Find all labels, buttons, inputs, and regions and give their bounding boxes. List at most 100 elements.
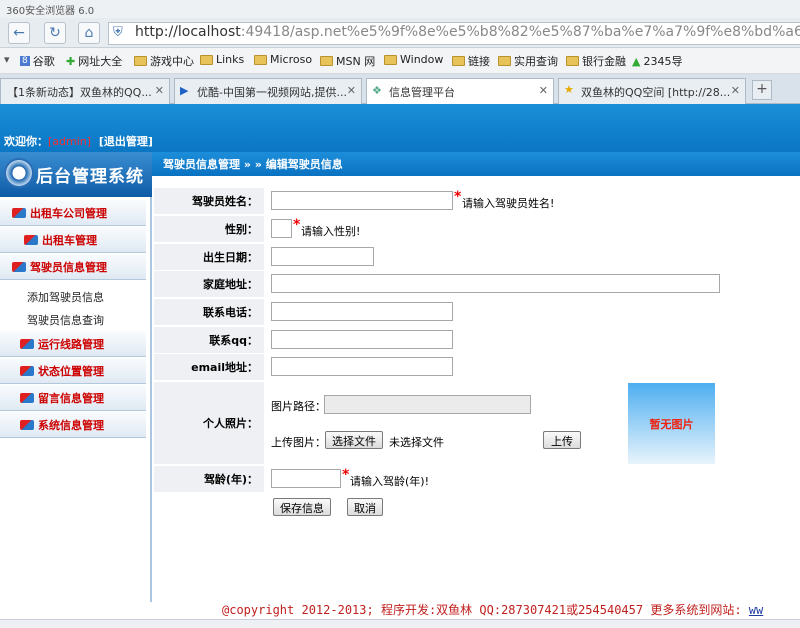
refresh-icon[interactable]: ↻: [44, 22, 66, 44]
fav-links[interactable]: Links: [200, 53, 244, 66]
system-logo: 后台管理系统: [0, 152, 152, 197]
sidebar-item-message[interactable]: 留言信息管理: [0, 385, 146, 411]
email-input[interactable]: [271, 357, 453, 376]
tab-qq-space[interactable]: ★ 双鱼林的QQ空间 [http://28... ✕: [558, 78, 746, 104]
logout-link[interactable]: [退出管理]: [99, 135, 153, 148]
page-icon: ❖: [372, 84, 382, 97]
fav-bank[interactable]: 银行金融: [566, 53, 626, 69]
chevron-down-icon[interactable]: ▾: [4, 53, 10, 66]
copyright-footer: @copyright 2012-2013; 程序开发:双鱼林 QQ:287307…: [222, 603, 764, 617]
gender-input[interactable]: [271, 219, 292, 238]
row-phone: 联系电话：: [154, 299, 800, 326]
phone-input[interactable]: [271, 302, 453, 321]
url-path: :49418/asp.net%e5%9f%8e%e5%b8%82%e5%87%b…: [240, 24, 800, 40]
sidebar-item-taxi[interactable]: 出租车管理: [0, 227, 146, 253]
folder-icon: [200, 54, 213, 65]
folder-icon: [384, 54, 397, 65]
close-icon[interactable]: ✕: [539, 84, 548, 97]
driver-name-input[interactable]: [271, 191, 453, 210]
url-host: http://localhost: [135, 24, 241, 40]
row-name: 驾驶员姓名： * 请输入驾驶员姓名!: [154, 188, 800, 215]
save-button[interactable]: 保存信息: [273, 498, 331, 516]
fav-google[interactable]: 8 谷歌: [20, 53, 55, 69]
close-icon[interactable]: ✕: [155, 84, 164, 97]
2345-icon: ▲: [632, 54, 641, 68]
birthdate-input[interactable]: [271, 247, 374, 266]
fav-hao[interactable]: ✚ 网址大全: [66, 53, 122, 69]
home-icon[interactable]: ⌂: [78, 22, 100, 44]
menu-icon: [20, 338, 34, 349]
sidebar-item-driver[interactable]: 驾驶员信息管理: [0, 254, 146, 280]
folder-icon: [498, 56, 511, 66]
sidebar-item-taxi-company[interactable]: 出租车公司管理: [0, 200, 146, 226]
row-qq: 联系qq：: [154, 327, 800, 354]
sidebar-sub-add-driver[interactable]: 添加驾驶员信息: [27, 289, 104, 305]
menu-icon: [20, 419, 34, 430]
row-email: email地址：: [154, 354, 800, 381]
fav-windows[interactable]: Window: [384, 53, 443, 66]
sidebar: 出租车公司管理 出租车管理 驾驶员信息管理 添加驾驶员信息 驾驶员信息查询 运行…: [0, 197, 152, 602]
upload-button[interactable]: 上传: [543, 431, 581, 449]
fav-2345[interactable]: ▲ 2345导: [632, 53, 682, 69]
close-icon[interactable]: ✕: [731, 84, 740, 97]
youku-icon: ▶: [180, 84, 189, 97]
breadcrumb: 驾驶员信息管理 » » 编辑驾驶员信息: [152, 152, 800, 176]
menu-icon: [12, 207, 26, 218]
fav-msn[interactable]: MSN 网: [320, 53, 375, 69]
shield-icon: ⛨: [113, 25, 123, 40]
google-icon: 8: [20, 56, 30, 66]
folder-icon: [254, 54, 267, 65]
sidebar-item-system[interactable]: 系统信息管理: [0, 412, 146, 438]
back-icon[interactable]: ←: [8, 22, 30, 44]
required-mark: *: [342, 467, 350, 483]
address-bar[interactable]: ⛨ http://localhost:49418/asp.net%e5%9f%8…: [108, 22, 800, 45]
driving-age-input[interactable]: [271, 469, 341, 488]
tab-info-platform[interactable]: ❖ 信息管理平台 ✕: [366, 78, 554, 105]
favorites-bar: ▾ 8 谷歌 ✚ 网址大全 游戏中心 Links Microso MSN 网 Win…: [0, 48, 800, 74]
welcome-bar: 欢迎你：[admin] [退出管理]: [4, 135, 153, 148]
browser-title: 360安全浏览器 6.0: [0, 0, 800, 18]
tab-youku[interactable]: ▶ 优酷-中国第一视频网站,提供... ✕: [174, 78, 362, 104]
photo-path-input[interactable]: [324, 395, 531, 414]
row-birthdate: 出生日期：: [154, 244, 800, 271]
gender-hint: 请输入性别!: [301, 225, 361, 238]
fav-query[interactable]: 实用查询: [498, 53, 558, 69]
globe-icon: ✚: [66, 54, 76, 68]
no-file-text: 未选择文件: [389, 436, 444, 449]
folder-icon: [320, 56, 333, 66]
menu-icon: [20, 365, 34, 376]
admin-user: [admin]: [48, 135, 92, 148]
name-hint: 请输入驾驶员姓名!: [462, 197, 555, 210]
photo-preview: 暂无图片: [628, 383, 715, 464]
qq-input[interactable]: [271, 330, 453, 349]
address-input[interactable]: [271, 274, 720, 293]
new-tab-button[interactable]: +: [752, 80, 772, 100]
required-mark: *: [293, 217, 301, 233]
menu-icon: [24, 234, 38, 245]
tab-bar: 【1条新动态】双鱼林的QQ... ✕ ▶ 优酷-中国第一视频网站,提供... ✕ ❖ 信…: [0, 74, 800, 105]
sidebar-sub-query-driver[interactable]: 驾驶员信息查询: [27, 312, 104, 328]
more-systems-link[interactable]: ww: [749, 603, 763, 617]
sidebar-item-location[interactable]: 状态位置管理: [0, 358, 146, 384]
row-address: 家庭地址：: [154, 271, 800, 298]
menu-icon: [12, 261, 26, 272]
navigation-bar: ← ↻ ⌂ ⛨ http://localhost:49418/asp.net%e…: [0, 18, 800, 48]
menu-icon: [20, 392, 34, 403]
folder-icon: [134, 56, 147, 66]
required-mark: *: [454, 189, 462, 205]
fav-microsoft[interactable]: Microso: [254, 53, 312, 66]
fav-games[interactable]: 游戏中心: [134, 53, 194, 69]
fav-links-cn[interactable]: 链接: [452, 53, 490, 69]
close-icon[interactable]: ✕: [347, 84, 356, 97]
choose-file-button[interactable]: 选择文件: [325, 431, 383, 449]
folder-icon: [566, 56, 579, 66]
sidebar-item-route[interactable]: 运行线路管理: [0, 331, 146, 357]
star-icon: ★: [564, 83, 574, 96]
horizontal-scrollbar[interactable]: [0, 619, 800, 628]
tab-qq-news[interactable]: 【1条新动态】双鱼林的QQ... ✕: [0, 78, 170, 104]
cancel-button[interactable]: 取消: [347, 498, 383, 516]
folder-icon: [452, 56, 465, 66]
row-gender: 性别： * 请输入性别!: [154, 216, 800, 243]
driving-age-hint: 请输入驾龄(年)!: [350, 475, 429, 488]
gear-logo-icon: [4, 158, 34, 188]
